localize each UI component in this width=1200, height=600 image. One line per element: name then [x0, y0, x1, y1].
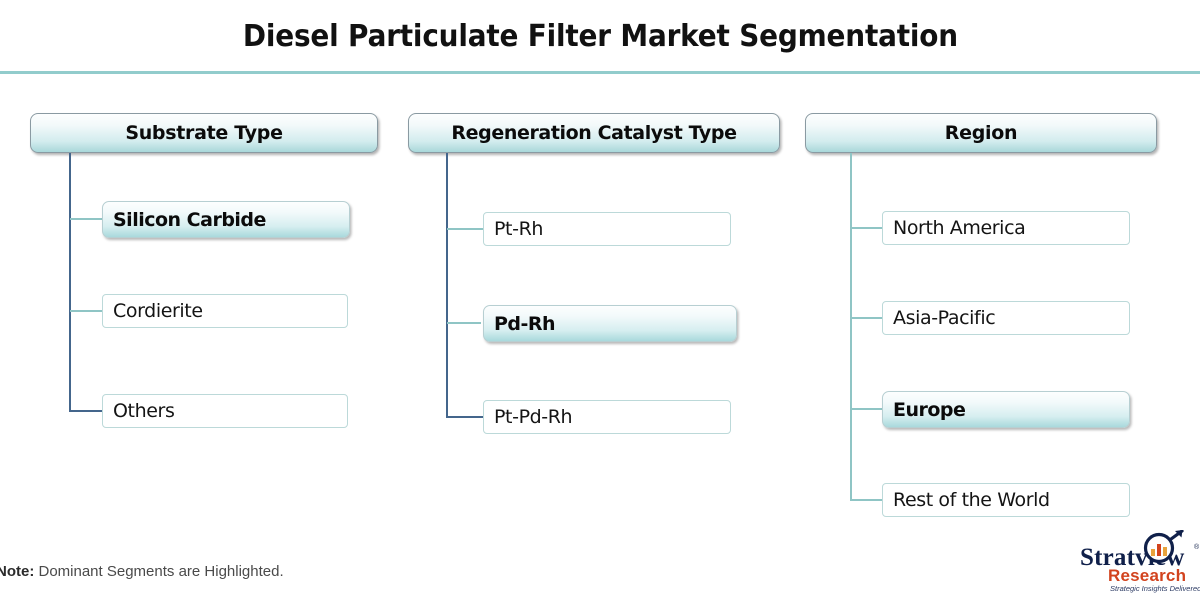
connector-stub-catalyst-1 — [447, 228, 483, 230]
segment-column-substrate-type: Substrate Type Silicon Carbide Cordierit… — [30, 72, 390, 532]
segment-node-label: North America — [893, 217, 1026, 239]
column-header-label: Regeneration Catalyst Type — [451, 122, 737, 144]
logo-division-name: Research — [1108, 566, 1187, 585]
page-title-area: Diesel Particulate Filter Market Segment… — [0, 0, 1200, 72]
connector-trunk-substrate — [69, 153, 71, 412]
note-text: Dominant Segments are Highlighted. — [34, 563, 284, 580]
segment-node-label: Others — [113, 400, 175, 422]
connector-stub-catalyst-3 — [446, 416, 483, 418]
stratview-research-logo: Stratview ® Research Strategic Insights … — [1080, 530, 1200, 594]
segment-node-cordierite[interactable]: Cordierite — [102, 294, 348, 328]
segment-node-label: Cordierite — [113, 300, 203, 322]
segment-node-silicon-carbide[interactable]: Silicon Carbide — [102, 201, 350, 238]
segment-node-label: Silicon Carbide — [113, 208, 266, 231]
segment-node-asia-pacific[interactable]: Asia-Pacific — [882, 301, 1130, 335]
connector-trunk-catalyst — [446, 153, 448, 418]
connector-stub-region-1 — [851, 227, 882, 229]
segment-node-label: Rest of the World — [893, 489, 1050, 511]
logo-trademark-mark: ® — [1194, 544, 1200, 551]
connector-stub-region-4 — [850, 499, 882, 501]
connector-stub-substrate-2 — [70, 310, 102, 312]
segment-column-region: Region North America Asia-Pacific Europe… — [805, 72, 1165, 532]
connector-stub-catalyst-2 — [447, 322, 481, 324]
segment-node-label: Pd-Rh — [494, 312, 556, 335]
connector-stub-region-2 — [851, 317, 884, 319]
page-title: Diesel Particulate Filter Market Segment… — [242, 18, 958, 54]
connector-trunk-region — [850, 153, 852, 500]
connector-stub-region-3 — [851, 408, 882, 410]
connector-stub-substrate-3 — [69, 410, 102, 412]
note-footer: Note: Dominant Segments are Highlighted. — [0, 563, 284, 580]
note-label: Note: — [0, 563, 35, 580]
segment-node-label: Europe — [893, 398, 966, 421]
segment-node-pt-pd-rh[interactable]: Pt-Pd-Rh — [483, 400, 731, 434]
column-header-region[interactable]: Region — [805, 113, 1157, 153]
column-header-substrate-type[interactable]: Substrate Type — [30, 113, 378, 153]
magnifying-glass-chart-icon — [1143, 530, 1184, 564]
segment-node-north-america[interactable]: North America — [882, 211, 1130, 245]
segment-node-label: Pt-Rh — [494, 218, 544, 240]
logo-tagline: Strategic Insights Delivered — [1110, 584, 1200, 593]
segment-node-europe[interactable]: Europe — [882, 391, 1130, 428]
segment-node-rest-of-the-world[interactable]: Rest of the World — [882, 483, 1130, 517]
column-header-regeneration-catalyst-type[interactable]: Regeneration Catalyst Type — [408, 113, 780, 153]
column-header-label: Substrate Type — [125, 122, 283, 144]
segment-column-regeneration-catalyst-type: Regeneration Catalyst Type Pt-Rh Pd-Rh P… — [408, 72, 786, 532]
segment-node-pd-rh[interactable]: Pd-Rh — [483, 305, 737, 342]
connector-stub-substrate-1 — [70, 218, 104, 220]
segmentation-board: Substrate Type Silicon Carbide Cordierit… — [0, 72, 1200, 532]
segment-node-pt-rh[interactable]: Pt-Rh — [483, 212, 731, 246]
column-header-label: Region — [944, 122, 1018, 144]
segment-node-others[interactable]: Others — [102, 394, 348, 428]
segment-node-label: Asia-Pacific — [893, 307, 996, 329]
segment-node-label: Pt-Pd-Rh — [494, 406, 573, 428]
